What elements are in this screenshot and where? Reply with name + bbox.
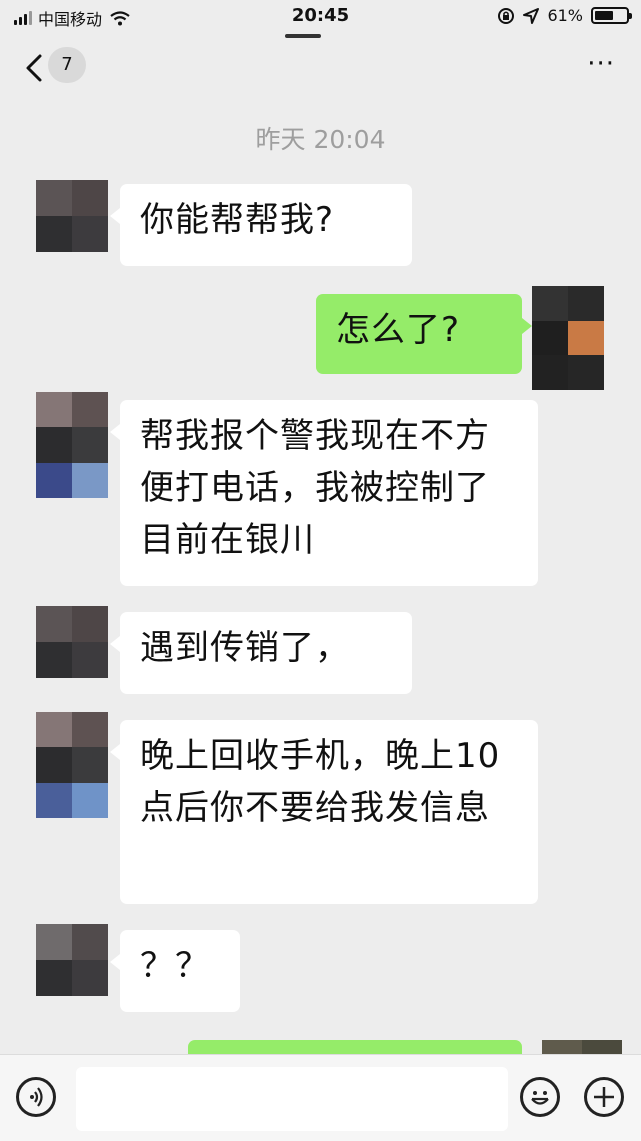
message-bubble[interactable]: 你能帮帮我? xyxy=(110,184,412,266)
plus-icon[interactable] xyxy=(584,1077,624,1117)
status-bar: 中国移动 20:45 61% xyxy=(0,0,641,34)
input-bar xyxy=(0,1054,641,1141)
unread-badge[interactable]: 7 xyxy=(48,47,86,83)
message-bubble[interactable]: 晚上回收手机，晚上10点后你不要给我发信息 xyxy=(110,720,538,904)
message-bubble[interactable]: 帮我报个警我现在不方便打电话，我被控制了目前在银川 xyxy=(110,400,538,586)
voice-icon[interactable] xyxy=(16,1077,56,1117)
message-input[interactable] xyxy=(76,1067,508,1131)
emoji-icon[interactable] xyxy=(520,1077,560,1117)
avatar[interactable] xyxy=(36,392,108,498)
avatar[interactable] xyxy=(36,712,108,818)
message-text: 晚上回收手机，晚上10点后你不要给我发信息 xyxy=(140,736,501,828)
message-bubble[interactable]: 怎么了? xyxy=(316,294,532,374)
message-bubble[interactable]: ？？ xyxy=(110,930,240,1012)
message-text: 怎么了? xyxy=(336,310,461,350)
message-text: 帮我报个警我现在不方便打电话，我被控制了目前在银川 xyxy=(140,416,490,560)
chevron-left-icon[interactable] xyxy=(20,48,50,88)
message-text: ？？ xyxy=(140,946,210,986)
avatar[interactable] xyxy=(36,180,108,252)
status-right: 61% xyxy=(497,6,632,25)
battery-percent: 61% xyxy=(547,6,583,25)
orientation-lock-icon xyxy=(498,7,515,24)
ellipsis-icon[interactable]: ··· xyxy=(587,51,615,77)
avatar[interactable] xyxy=(532,286,604,390)
avatar[interactable] xyxy=(36,924,108,996)
nav-bar: 7 ··· xyxy=(0,40,641,96)
location-icon xyxy=(523,7,540,24)
grab-handle xyxy=(285,34,321,38)
message-text: 你能帮帮我? xyxy=(140,200,335,240)
avatar[interactable] xyxy=(36,606,108,678)
message-bubble[interactable]: 遇到传销了， xyxy=(110,612,412,694)
message-text: 遇到传销了， xyxy=(140,628,350,668)
message-timestamp: 昨天 20:04 xyxy=(255,125,386,154)
battery-icon xyxy=(591,7,632,24)
